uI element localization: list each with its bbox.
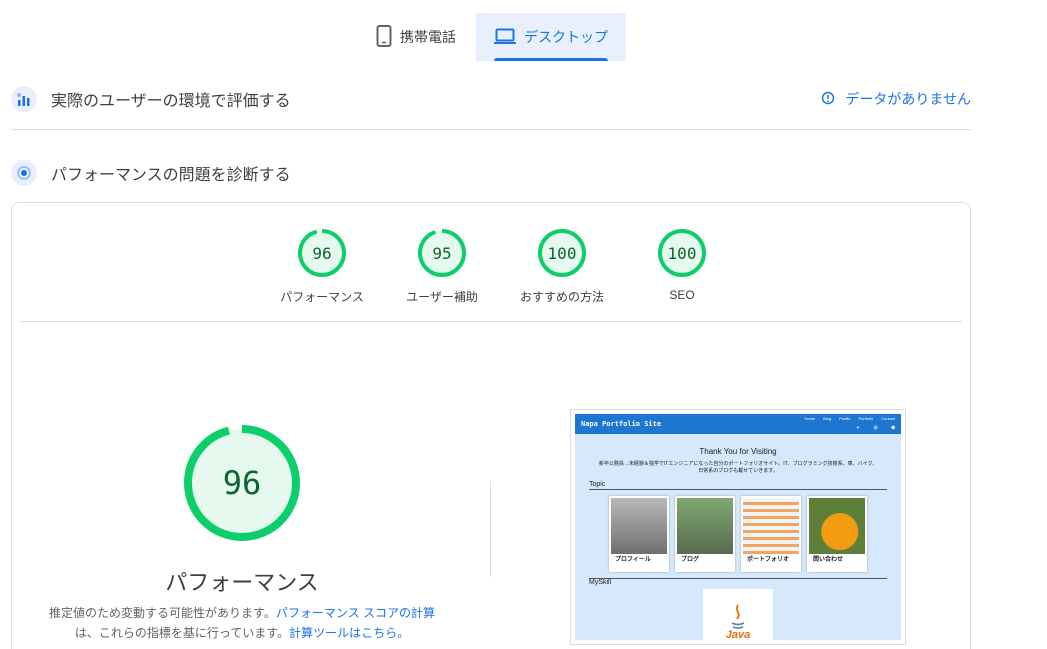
score-note: 推定値のため変動する可能性があります。パフォーマンス スコアの計算 は、これらの…	[32, 603, 452, 643]
gauge-accessibility[interactable]: 95 ユーザー補助	[382, 228, 502, 305]
site-card: ポートフォリオ	[741, 496, 801, 572]
field-data-icon	[11, 86, 37, 112]
site-topic-heading: Topic	[589, 481, 606, 488]
site-header: Napa Portfolio Site Home Blog Profile Po…	[575, 414, 901, 434]
blog-photo	[677, 498, 733, 554]
laptop-icon	[494, 28, 516, 47]
site-card-label: ポートフォリオ	[747, 557, 790, 563]
site-hr	[589, 489, 887, 490]
score-calc-link[interactable]: パフォーマンス スコアの計算	[276, 606, 435, 620]
calculator-link[interactable]: 計算ツールはこちら。	[289, 626, 409, 640]
gauge-performance[interactable]: 96 パフォーマンス	[262, 228, 382, 305]
gauge-ring: 95	[417, 228, 467, 278]
info-icon	[821, 91, 835, 108]
tab-desktop[interactable]: デスクトップ	[476, 13, 626, 61]
gauge-score: 96	[312, 243, 332, 263]
site-nav-item: Home	[804, 416, 816, 421]
note-mid: は、これらの指標を基に行っています。	[74, 626, 290, 640]
gauge-label: パフォーマンス	[280, 290, 364, 304]
site-thanks: Thank You for Visiting	[699, 447, 777, 456]
field-data-header: 実際のユーザーの環境で評価する データがありません	[11, 86, 971, 112]
gauge-ring: 100	[657, 228, 707, 278]
gauge-score: 95	[432, 243, 452, 263]
lab-data-header: パフォーマンスの問題を診断する	[11, 160, 971, 186]
site-nav-item: Contact	[881, 416, 895, 421]
site-card-label: ブログ	[681, 557, 700, 563]
java-logo: Java	[703, 589, 773, 640]
site-card: 問い合わせ	[807, 496, 867, 572]
site-skill-heading: MySkill	[589, 579, 612, 586]
lab-data-title: パフォーマンスの問題を診断する	[51, 167, 291, 184]
java-text: Java	[725, 629, 751, 640]
instagram-icon: ◎	[873, 424, 878, 431]
score-gauges: 96 パフォーマンス 95 ユーザー補助 100 おすすめの方法 100 SEO	[262, 228, 742, 305]
site-nav-item: Profile	[839, 416, 851, 421]
tab-desktop-label: デスクトップ	[524, 29, 608, 45]
gauge-score: 100	[667, 243, 697, 263]
site-nav-item: Blog	[823, 416, 832, 421]
tab-mobile-label: 携帯電話	[400, 29, 456, 45]
gauge-score: 100	[547, 243, 577, 263]
site-title: Napa Portfolio Site	[581, 420, 662, 428]
lighthouse-icon	[11, 160, 37, 186]
section-divider	[11, 129, 971, 130]
performance-big-score: 96	[222, 464, 262, 502]
vertical-divider	[490, 481, 491, 577]
field-data-title: 実際のユーザーの環境で評価する	[51, 93, 291, 110]
portfolio-screenshot	[743, 498, 799, 554]
gauge-label: おすすめの方法	[519, 290, 604, 304]
site-cards: プロフィール ブログ ポートフォリオ 問い合わせ	[609, 496, 901, 572]
gauge-seo[interactable]: 100 SEO	[622, 228, 742, 305]
tab-mobile[interactable]: 携帯電話	[362, 13, 476, 61]
gauge-best-practices[interactable]: 100 おすすめの方法	[502, 228, 622, 305]
active-tab-indicator	[494, 58, 608, 61]
twitter-icon: ✦	[856, 424, 860, 431]
github-icon: ●	[891, 424, 895, 431]
site-card: ブログ	[675, 496, 735, 572]
performance-big-gauge: 96	[182, 423, 302, 543]
gauge-ring: 100	[537, 228, 587, 278]
site-preview: Napa Portfolio Site Home Blog Profile Po…	[575, 414, 901, 640]
gauge-label: ユーザー補助	[406, 290, 478, 304]
card-divider	[20, 321, 962, 322]
gauge-label: SEO	[669, 288, 695, 302]
site-nav-item: Portfolio	[858, 416, 874, 421]
site-card-label: プロフィール	[615, 557, 651, 563]
site-nav: Home Blog Profile Portfolio Contact	[804, 416, 895, 421]
performance-big-label: パフォーマンス	[165, 570, 319, 595]
site-card: プロフィール	[609, 496, 669, 572]
profile-photo	[611, 498, 667, 554]
note-prefix: 推定値のため変動する可能性があります。	[49, 606, 276, 620]
device-tabs: 携帯電話 デスクトップ	[362, 13, 626, 61]
no-data-link[interactable]: データがありません	[821, 89, 971, 109]
site-desc: 新卒公務員→未経験＆独学でITエンジニアになった自分のポートフォリオサイト。IT…	[598, 461, 878, 474]
phone-icon	[376, 24, 392, 50]
site-card-label: 問い合わせ	[813, 557, 844, 563]
gauge-ring: 96	[297, 228, 347, 278]
site-social-icons: ✦ ◎ ●	[856, 424, 895, 431]
no-data-label: データがありません	[845, 91, 971, 107]
orange-photo	[809, 498, 865, 554]
lab-report-card: 96 パフォーマンス 95 ユーザー補助 100 おすすめの方法 100 SEO	[11, 202, 971, 649]
page-screenshot-thumbnail: Napa Portfolio Site Home Blog Profile Po…	[570, 409, 906, 645]
